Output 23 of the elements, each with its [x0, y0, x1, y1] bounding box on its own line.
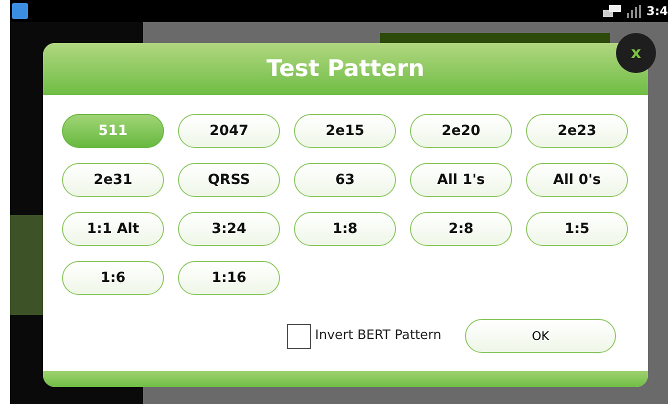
pattern-button[interactable]: All 0's	[526, 163, 628, 197]
pattern-button[interactable]: 2047	[178, 114, 280, 148]
pattern-button[interactable]: 2e23	[526, 114, 628, 148]
pattern-button[interactable]: QRSS	[178, 163, 280, 197]
pattern-button[interactable]: 1:16	[178, 261, 280, 295]
network-icon	[602, 5, 620, 17]
pattern-button[interactable]: 1:8	[294, 212, 396, 246]
pattern-button[interactable]: All 1's	[410, 163, 512, 197]
pattern-button[interactable]: 1:5	[526, 212, 628, 246]
checkbox-label: Invert BERT Pattern	[315, 327, 442, 346]
ok-button[interactable]: OK	[465, 319, 616, 353]
pattern-button[interactable]: 1:1 Alt	[62, 212, 164, 246]
pattern-button[interactable]: 2e31	[62, 163, 164, 197]
pattern-button[interactable]: 2:8	[410, 212, 512, 246]
pattern-button[interactable]: 63	[294, 163, 396, 197]
pattern-button[interactable]: 2e20	[410, 114, 512, 148]
pattern-button[interactable]: 2e15	[294, 114, 396, 148]
app-icon	[12, 3, 28, 19]
pattern-button[interactable]: 1:6	[62, 261, 164, 295]
clock-text: 3:4	[646, 3, 668, 20]
signal-icon	[626, 4, 640, 18]
checkbox[interactable]	[287, 324, 311, 348]
pattern-button[interactable]: 3:24	[178, 212, 280, 246]
